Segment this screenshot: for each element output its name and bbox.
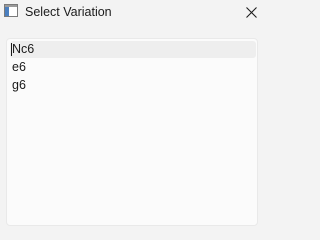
variation-item-nc6[interactable]: Nc6 [10,41,256,58]
title-bar[interactable]: Select Variation [0,0,269,24]
variation-item-e6[interactable]: e6 [10,59,256,76]
window-app-icon [4,4,18,17]
window-title: Select Variation [25,5,112,19]
focus-caret [11,43,12,56]
variation-label: Nc6 [12,42,35,56]
variation-list[interactable]: Nc6 e6 g6 [6,38,258,226]
close-icon [245,6,257,18]
variation-label: g6 [12,78,26,92]
variation-item-g6[interactable]: g6 [10,77,256,94]
variation-label: e6 [12,60,26,74]
close-button[interactable] [233,0,269,24]
